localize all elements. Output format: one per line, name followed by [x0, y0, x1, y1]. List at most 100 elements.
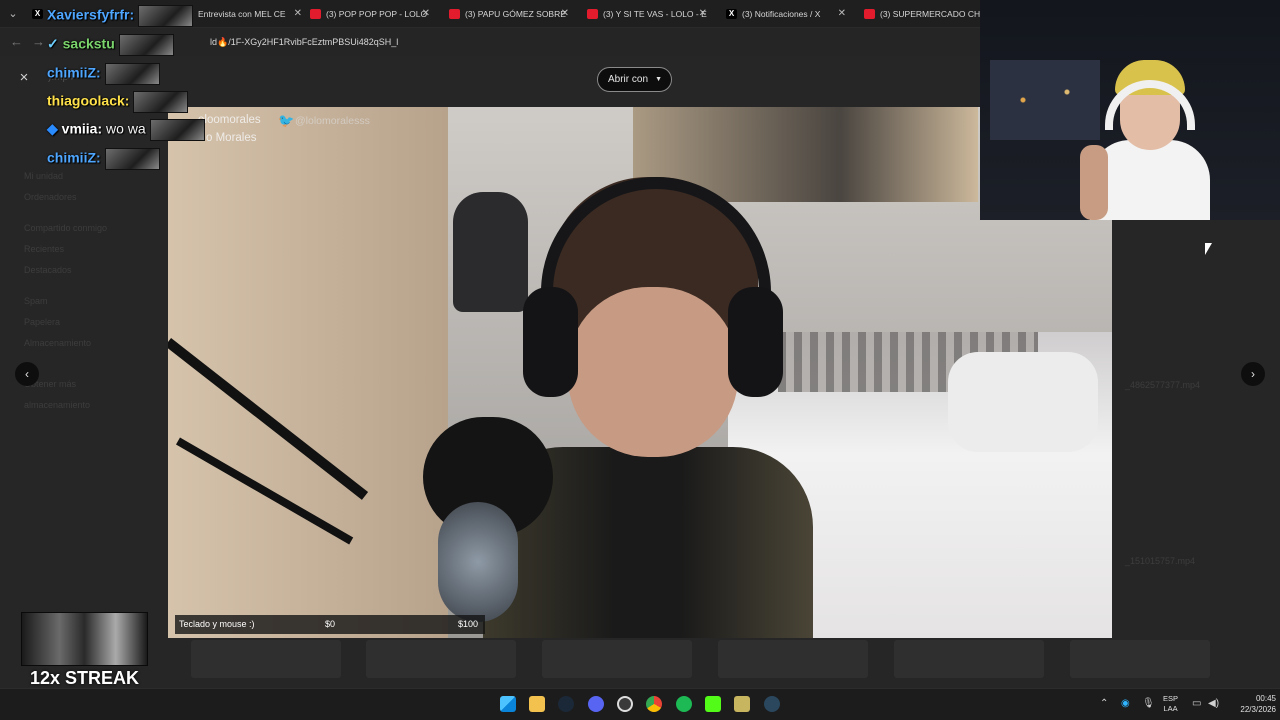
emote-icon	[149, 119, 205, 141]
volume-icon[interactable]: ◀)	[1208, 698, 1219, 709]
address-text: /1F-XGy2HF1RvibFcEztmPBSUi482qSH_l	[228, 37, 399, 47]
tab-3[interactable]: (3) PAPU GÓMEZ SOBRE ✕	[441, 3, 575, 25]
network-icon[interactable]: ▭	[1192, 698, 1201, 709]
chevron-right-icon: ›	[1251, 367, 1255, 381]
close-icon: ×	[19, 69, 29, 86]
microphone	[438, 502, 518, 622]
social-name-line2: o Morales	[206, 132, 257, 144]
background-sidebar: Mi unidad Ordenadores Compartido conmigo…	[24, 166, 144, 416]
chat-username: chimiiZ:	[47, 149, 101, 166]
donation-goal-bar: Teclado y mouse :) $0 $100	[175, 615, 485, 634]
streak-image	[21, 612, 148, 666]
twitter-icon: 🐦	[278, 113, 295, 128]
previous-file-button[interactable]: ‹	[15, 362, 39, 386]
lang-bottom: LAA	[1163, 704, 1178, 713]
taskbar: ⌃ ◉ 🎙 ESP LAA ▭ ◀) 00:45 22/3/2026	[0, 688, 1280, 720]
chat-text: wo wa	[106, 120, 146, 137]
background-sidebar-item: Destacados	[24, 265, 72, 275]
pillow	[948, 352, 1098, 452]
chat-message: ◆ vmiia: wo wa	[47, 119, 205, 141]
open-with-button[interactable]: Abrir con ▼	[597, 67, 672, 92]
tab-1[interactable]: Entrevista con MEL CE ✕	[174, 3, 308, 25]
donation-current: $0	[325, 619, 336, 629]
background-file-name: _4862577377.mp4	[1125, 380, 1201, 390]
tab-title: (3) PAPU GÓMEZ SOBRE	[465, 9, 566, 19]
tab-title: (3) Notificaciones / X	[742, 9, 821, 19]
open-with-label: Abrir con	[608, 74, 649, 85]
chat-username: chimiiZ:	[47, 64, 101, 81]
tab-title: (3) Y SI TE VAS - LOLO - E	[603, 9, 707, 19]
tab-close-icon[interactable]: ✕	[561, 3, 569, 25]
chat-username: thiagoolack:	[47, 92, 130, 109]
back-icon[interactable]: ←	[10, 34, 23, 49]
chat-username: vmiia:	[61, 120, 103, 137]
next-file-button[interactable]: ›	[1241, 362, 1265, 386]
tab-title: (3) SUPERMERCADO CHI	[880, 9, 980, 19]
fire-icon: 🔥	[217, 37, 229, 47]
emote-icon	[133, 91, 189, 113]
mouse-cursor-icon	[1205, 243, 1212, 255]
chevron-down-icon: ▼	[655, 76, 662, 83]
microphone-icon[interactable]: 🎙	[1142, 698, 1155, 709]
obs-icon[interactable]	[617, 696, 633, 712]
background-sidebar-item: Papelera	[24, 317, 61, 327]
youtube-icon	[587, 9, 598, 19]
spotify-icon[interactable]	[676, 696, 692, 712]
tab-close-icon[interactable]: ✕	[838, 3, 846, 25]
background-sidebar-item: Compartido conmigo	[24, 223, 108, 233]
social-name: oloomorales	[198, 114, 261, 126]
system-clock[interactable]: 00:45 22/3/2026	[1224, 693, 1276, 715]
chat-message: chimiiZ:	[47, 63, 160, 85]
streamer-body	[1090, 140, 1210, 220]
tab-6[interactable]: (3) SUPERMERCADO CHI	[856, 3, 980, 25]
x-icon: X	[726, 9, 737, 19]
background-sidebar-item: Ordenadores	[24, 192, 77, 202]
video-player[interactable]: oloomorales o Morales 🐦 @lolomoralesss	[168, 107, 1112, 638]
file-explorer-icon[interactable]	[529, 696, 545, 712]
chevron-left-icon: ‹	[25, 367, 29, 381]
background-file-name: _151015757.mp4	[1125, 556, 1196, 566]
tab-4[interactable]: (3) Y SI TE VAS - LOLO - E ✕	[579, 3, 713, 25]
tab-close-icon[interactable]: ✕	[699, 3, 707, 25]
steam-alt-icon[interactable]	[764, 696, 780, 712]
youtube-icon	[449, 9, 460, 19]
badge-icon: ◆	[47, 120, 58, 137]
headphones-band	[541, 177, 771, 297]
kick-icon[interactable]	[705, 696, 721, 712]
tab-close-icon[interactable]: ✕	[294, 3, 302, 25]
chat-message: ✓ sackstu	[47, 34, 174, 56]
language-indicator[interactable]: ESP LAA	[1163, 694, 1178, 714]
windows-start-icon[interactable]	[500, 696, 516, 712]
background-thumbnail	[1070, 640, 1210, 678]
tab-search-icon[interactable]: ⌄	[4, 5, 22, 23]
steam-icon[interactable]	[558, 696, 574, 712]
close-viewer-button[interactable]: ×	[14, 68, 34, 88]
chevron-up-icon[interactable]: ⌃	[1100, 698, 1108, 709]
discord-icon[interactable]	[588, 696, 604, 712]
address-bar[interactable]: ld🔥/1F-XGy2HF1RvibFcEztmPBSUi482qSH_l	[210, 34, 398, 50]
x-icon: X	[32, 9, 43, 19]
background-thumbnail	[718, 640, 868, 678]
background-sidebar-item: Spam	[24, 296, 48, 306]
chat-username: Xaviersfyfrfr:	[47, 6, 135, 23]
security-icon[interactable]: ◉	[1121, 698, 1130, 709]
address-prefix: ld	[210, 37, 218, 47]
clock-time: 00:45	[1255, 694, 1276, 703]
tab-title: Entrevista con MEL CE	[198, 9, 286, 19]
streamer-arm	[1080, 145, 1108, 220]
tab-5[interactable]: X (3) Notificaciones / X ✕	[718, 3, 852, 25]
background-sidebar-item: Obtener más almacenamiento	[24, 379, 91, 410]
tab-2[interactable]: (3) POP POP POP - LOLO ✕	[302, 3, 436, 25]
chrome-icon[interactable]	[646, 696, 662, 712]
donation-label: Teclado y mouse :)	[179, 619, 255, 629]
emote-icon	[118, 34, 174, 56]
youtube-icon	[864, 9, 875, 19]
streamer	[1080, 55, 1220, 220]
notes-icon[interactable]	[734, 696, 750, 712]
forward-icon[interactable]: →	[32, 34, 45, 49]
headphones-right	[728, 287, 783, 397]
donation-goal: $100	[458, 619, 479, 629]
person	[483, 177, 813, 638]
social-handle: @lolomoralesss	[295, 115, 370, 127]
tab-close-icon[interactable]: ✕	[422, 3, 430, 25]
